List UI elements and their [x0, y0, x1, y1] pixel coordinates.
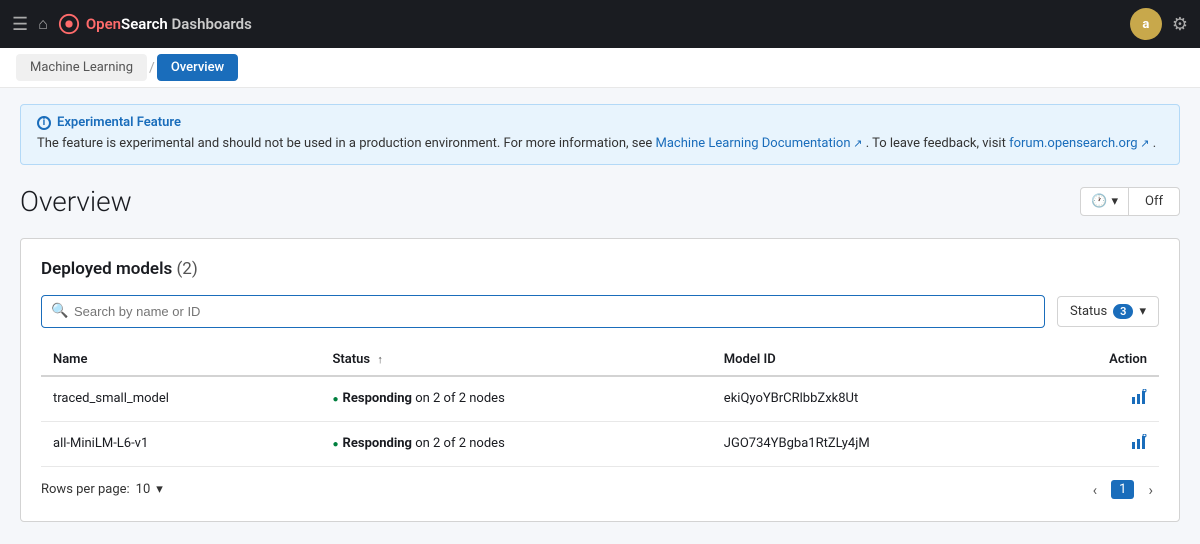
- deployed-models-title: Deployed models (2): [41, 259, 1159, 279]
- pagination-row: Rows per page: 10 ▾ ‹ 1 ›: [41, 479, 1159, 501]
- status-filter-chevron: ▾: [1139, 304, 1146, 319]
- pagination-controls: ‹ 1 ›: [1087, 479, 1159, 501]
- settings-icon[interactable]: ⚙: [1172, 14, 1188, 35]
- experimental-text-before: The feature is experimental and should n…: [37, 136, 652, 151]
- search-row: 🔍 Status 3 ▾: [41, 295, 1159, 328]
- main-content: i Experimental Feature The feature is ex…: [0, 88, 1200, 538]
- rows-per-page-value: 10: [136, 482, 151, 497]
- deployed-models-card: Deployed models (2) 🔍 Status 3 ▾ Name: [20, 238, 1180, 522]
- avatar[interactable]: a: [1130, 8, 1162, 40]
- cell-status: ● Responding on 2 of 2 nodes: [321, 376, 712, 422]
- cell-model-id: ekiQyoYBrCRlbbZxk8Ut: [712, 376, 1047, 422]
- logo-open: Open: [86, 15, 121, 33]
- deployed-models-count: (2): [176, 259, 197, 279]
- refresh-control: 🕐 ▾ Off: [1080, 187, 1180, 216]
- status-responding: Responding: [343, 436, 412, 451]
- home-icon[interactable]: ⌂: [38, 14, 48, 34]
- status-nodes: on 2 of 2 nodes: [412, 391, 505, 406]
- forum-link[interactable]: forum.opensearch.org: [1009, 136, 1149, 151]
- refresh-status: Off: [1129, 188, 1179, 215]
- rows-per-page-label: Rows per page:: [41, 482, 130, 497]
- status-indicator: ●: [333, 394, 339, 405]
- refresh-chevron: ▾: [1111, 194, 1118, 209]
- topbar-left: ☰ ⌂ OpenSearch Dashboards: [12, 13, 252, 35]
- clock-icon: 🕐: [1091, 194, 1107, 209]
- rows-per-page-control[interactable]: Rows per page: 10 ▾: [41, 482, 163, 497]
- breadcrumb-bar: Machine Learning / Overview: [0, 48, 1200, 88]
- experimental-title: i Experimental Feature: [37, 115, 1163, 130]
- experimental-banner: i Experimental Feature The feature is ex…: [20, 104, 1180, 165]
- table-row: all-MiniLM-L6-v1 ● Responding on 2 of 2 n…: [41, 421, 1159, 466]
- col-header-model-id: Model ID: [712, 344, 1047, 376]
- action-icon[interactable]: [1131, 436, 1147, 454]
- logo-search: Search: [121, 15, 168, 33]
- prev-page-button[interactable]: ‹: [1087, 479, 1104, 501]
- breadcrumb-separator: /: [147, 60, 157, 76]
- next-page-button[interactable]: ›: [1142, 479, 1159, 501]
- opensearch-logo-icon: [58, 13, 80, 35]
- hamburger-icon[interactable]: ☰: [12, 14, 28, 35]
- refresh-button[interactable]: 🕐 ▾: [1081, 188, 1129, 215]
- models-table-body: traced_small_model ● Responding on 2 of 2…: [41, 376, 1159, 467]
- cell-model-id: JGO734YBgba1RtZLy4jM: [712, 421, 1047, 466]
- breadcrumb-machine-learning[interactable]: Machine Learning: [16, 54, 147, 81]
- deployed-models-label: Deployed models: [41, 259, 172, 279]
- experimental-text-middle: . To leave feedback, visit: [866, 136, 1006, 151]
- ml-documentation-link[interactable]: Machine Learning Documentation: [656, 136, 863, 151]
- current-page: 1: [1111, 480, 1134, 499]
- logo-area: OpenSearch Dashboards: [58, 13, 252, 35]
- cell-action: [1047, 376, 1159, 422]
- search-icon: 🔍: [51, 303, 68, 319]
- col-header-name: Name: [41, 344, 321, 376]
- status-filter-label: Status: [1070, 304, 1107, 319]
- action-icon[interactable]: [1131, 391, 1147, 409]
- table-header-row: Name Status ↑ Model ID Action: [41, 344, 1159, 376]
- logo-dashboards: Dashboards: [172, 15, 252, 33]
- status-filter-badge: 3: [1113, 304, 1133, 319]
- logo-text: OpenSearch Dashboards: [86, 15, 252, 33]
- status-responding: Responding: [343, 391, 412, 406]
- experimental-text-after: .: [1153, 136, 1156, 151]
- page-header: Overview 🕐 ▾ Off: [20, 185, 1180, 218]
- cell-action: [1047, 421, 1159, 466]
- col-header-status[interactable]: Status ↑: [321, 344, 712, 376]
- rows-per-page-chevron: ▾: [156, 482, 163, 497]
- status-nodes: on 2 of 2 nodes: [412, 436, 505, 451]
- topbar: ☰ ⌂ OpenSearch Dashboards a ⚙: [0, 0, 1200, 48]
- sort-icon: ↑: [377, 353, 383, 366]
- cell-name: all-MiniLM-L6-v1: [41, 421, 321, 466]
- experimental-text: The feature is experimental and should n…: [37, 134, 1163, 154]
- status-indicator: ●: [333, 439, 339, 450]
- breadcrumb-current-overview: Overview: [157, 54, 238, 81]
- table-row: traced_small_model ● Responding on 2 of 2…: [41, 376, 1159, 422]
- info-icon: i: [37, 116, 51, 130]
- col-header-action: Action: [1047, 344, 1159, 376]
- cell-status: ● Responding on 2 of 2 nodes: [321, 421, 712, 466]
- topbar-right: a ⚙: [1130, 8, 1188, 40]
- models-table: Name Status ↑ Model ID Action traced_sm: [41, 344, 1159, 467]
- search-wrapper: 🔍: [41, 295, 1045, 328]
- cell-name: traced_small_model: [41, 376, 321, 422]
- search-input[interactable]: [41, 295, 1045, 328]
- page-title: Overview: [20, 185, 132, 218]
- status-filter-button[interactable]: Status 3 ▾: [1057, 296, 1159, 327]
- experimental-title-text: Experimental Feature: [57, 115, 181, 130]
